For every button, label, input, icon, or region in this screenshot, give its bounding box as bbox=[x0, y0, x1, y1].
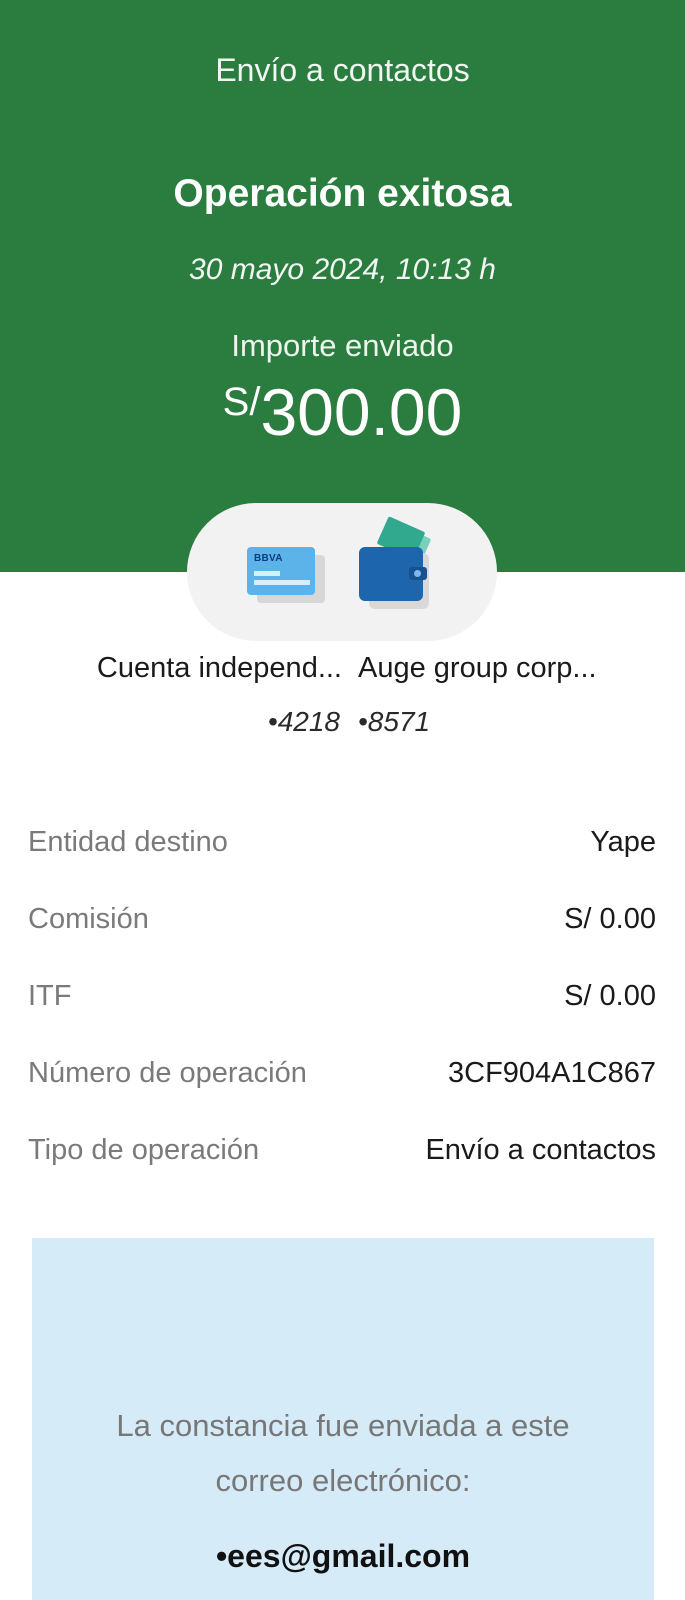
amount-display: S/300.00 bbox=[0, 374, 685, 450]
origin-account-name: Cuenta independ... bbox=[96, 652, 342, 684]
wallet-icon bbox=[357, 516, 437, 613]
currency-symbol: S/ bbox=[222, 380, 261, 424]
detail-value: S/ 0.00 bbox=[564, 980, 656, 1012]
notice-email: •ees@gmail.com bbox=[215, 1538, 471, 1574]
destination-account-name: Auge group corp... bbox=[358, 652, 597, 684]
detail-label: Comisión bbox=[28, 903, 149, 935]
amount-label: Importe enviado bbox=[231, 328, 454, 363]
card-icon: BBVA bbox=[247, 547, 325, 607]
email-notice-text: La constancia fue enviada a este correo … bbox=[116, 1408, 570, 1498]
status-title: Operación exitosa bbox=[173, 172, 512, 215]
success-header: Envío a contactos Operación exitosa 30 m… bbox=[0, 0, 685, 572]
destination-account-number: •8571 bbox=[358, 706, 431, 737]
screen-title: Envío a contactos bbox=[215, 52, 470, 88]
detail-row-itf: ITF S/ 0.00 bbox=[28, 980, 656, 1020]
detail-row-numero-operacion: Número de operación 3CF904A1C867 bbox=[28, 1057, 656, 1097]
detail-row-entidad: Entidad destino Yape bbox=[28, 826, 656, 866]
operation-datetime: 30 mayo 2024, 10:13 h bbox=[189, 253, 496, 286]
detail-label: Entidad destino bbox=[28, 826, 228, 858]
detail-value: Yape bbox=[590, 826, 656, 858]
card-brand-label: BBVA bbox=[254, 553, 283, 564]
detail-value: 3CF904A1C867 bbox=[448, 1057, 656, 1089]
origin-account-number: •4218 bbox=[267, 706, 340, 737]
amount-value: 300.00 bbox=[260, 375, 463, 449]
detail-value: Envío a contactos bbox=[425, 1134, 656, 1166]
detail-value: S/ 0.00 bbox=[564, 903, 656, 935]
detail-label: Número de operación bbox=[28, 1057, 307, 1089]
transfer-icons-pill: BBVA bbox=[187, 503, 497, 641]
detail-row-tipo-operacion: Tipo de operación Envío a contactos bbox=[28, 1134, 656, 1174]
detail-label: Tipo de operación bbox=[28, 1134, 260, 1166]
detail-row-comision: Comisión S/ 0.00 bbox=[28, 903, 656, 943]
detail-label: ITF bbox=[28, 980, 72, 1012]
